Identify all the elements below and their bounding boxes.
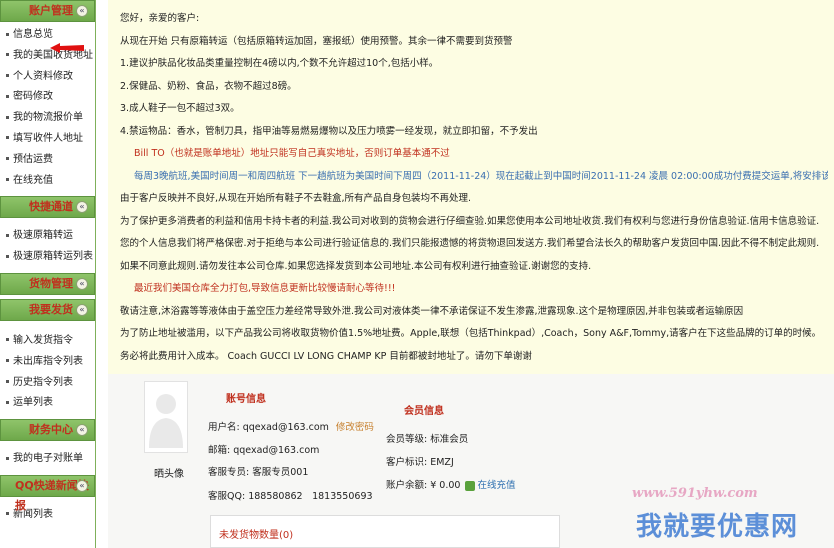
notice-line: 由于客户反映并不良好,从现在开始所有鞋子不去鞋盒,所有产品自身包装均不再处理.	[120, 193, 472, 204]
notice-warehouse-delay: 最近我们美国仓库全力打包,导致信息更新比较慢请耐心等待!!!	[134, 283, 396, 294]
member-level-row: 会员等级: 标准会员	[386, 434, 469, 445]
sidebar-item-history-orders[interactable]: 历史指令列表	[0, 373, 95, 394]
collapse-icon[interactable]: «	[76, 303, 88, 316]
collapse-icon[interactable]: «	[76, 479, 88, 492]
section-title: 财务中心	[29, 423, 73, 437]
sidebar-section-shortcut: 极速原箱转运 极速原箱转运列表	[0, 218, 95, 273]
site-watermark: www.591yhw.com 我就要优惠网	[618, 480, 834, 548]
member-info-title: 会员信息	[404, 406, 444, 417]
sidebar-item-fast-transfer-list[interactable]: 极速原箱转运列表	[0, 247, 95, 268]
notice-billing-warning: Bill TO（也就是账单地址）地址只能写自己真实地址，否则订单基本通不过	[134, 148, 450, 159]
bullet-icon	[6, 400, 9, 404]
bullet-icon	[6, 32, 9, 36]
recharge-link[interactable]: 在线充值	[477, 480, 515, 491]
sidebar-section-ship-header[interactable]: 我要发货 «	[0, 298, 95, 321]
bullet-icon	[6, 53, 9, 57]
username-row: 用户名: qqexad@163.com 修改密码	[208, 422, 374, 433]
sidebar: 账户管理 « 信息总览 我的美国收货地址 个人资料修改 密码修改 我的物流报价单…	[0, 0, 96, 548]
sidebar-item-fast-transfer[interactable]: 极速原箱转运	[0, 226, 95, 247]
watermark-url: www.591yhw.com	[632, 486, 758, 501]
sidebar-item-recharge[interactable]: 在线充值	[0, 171, 95, 192]
watermark-text: 我就要优惠网	[636, 512, 799, 542]
balance-row: 账户余额: ¥ 0.00 在线充值	[386, 480, 516, 491]
sidebar-section-account-header[interactable]: 账户管理 «	[0, 0, 95, 22]
sidebar-section-goods-header[interactable]: 货物管理 «	[0, 272, 95, 295]
bullet-icon	[6, 338, 9, 342]
avatar[interactable]	[144, 381, 188, 453]
red-arrow-icon	[50, 43, 84, 53]
sidebar-item-pending-orders[interactable]: 未出库指令列表	[0, 352, 95, 373]
bullet-icon	[6, 512, 9, 516]
bullet-icon	[6, 178, 9, 182]
sidebar-section-finance-header[interactable]: 财务中心 «	[0, 419, 95, 442]
cs-row: 客服专员: 客服专员001	[208, 467, 309, 478]
notice-line: 敬请注意,沐浴露等等液体由于盖空压力差经常导致外泄.我公司对液体类一律不承诺保证…	[120, 305, 744, 317]
sidebar-section-news-header[interactable]: QQ快递新闻快报 «	[0, 474, 95, 512]
sidebar-item-statement[interactable]: 我的电子对账单	[0, 449, 95, 470]
recharge-icon[interactable]	[465, 480, 476, 491]
bullet-icon	[6, 380, 9, 384]
unshipped-count[interactable]: 未发货物数量(0)	[210, 515, 560, 548]
bullet-icon	[6, 456, 9, 460]
bullet-icon	[6, 233, 9, 237]
bullet-icon	[6, 254, 9, 258]
notice-line: 3.成人鞋子一包不超过3双。	[120, 103, 240, 114]
sidebar-item-recipient[interactable]: 填写收件人地址	[0, 129, 95, 150]
sidebar-item-quote[interactable]: 我的物流报价单	[0, 108, 95, 129]
avatar-placeholder-icon	[149, 394, 183, 448]
email-row: 邮箱: qqexad@163.com	[208, 445, 320, 456]
bullet-icon	[6, 94, 9, 98]
sidebar-section-ship: 输入发货指令 未出库指令列表 历史指令列表 运单列表	[0, 320, 95, 420]
avatar-upload-link[interactable]: 晒头像	[154, 465, 184, 480]
bullet-icon	[6, 136, 9, 140]
sidebar-item-estimate[interactable]: 预估运费	[0, 150, 95, 171]
bullet-icon	[6, 359, 9, 363]
collapse-icon[interactable]: «	[76, 424, 88, 437]
section-title: 快捷通道	[29, 200, 73, 214]
bullet-icon	[6, 115, 9, 119]
member-id-row: 客户标识: EMZJ	[386, 457, 454, 468]
sidebar-item-new-order[interactable]: 输入发货指令	[0, 331, 95, 352]
collapse-icon[interactable]: «	[76, 201, 88, 214]
account-info-title: 账号信息	[226, 394, 266, 405]
bullet-icon	[6, 157, 9, 161]
notice-flight-schedule: 每周3晚航班,美国时间周一和周四航班 下一趟航班为美国时间下周四（2011-11…	[134, 170, 828, 182]
change-password-link[interactable]: 修改密码	[336, 422, 374, 433]
collapse-icon[interactable]: «	[76, 277, 88, 290]
sidebar-item-waybills[interactable]: 运单列表	[0, 393, 95, 414]
notice-greeting: 您好，亲爱的客户:	[120, 13, 200, 24]
section-title: 我要发货	[29, 302, 73, 316]
cs-qq-row: 客服QQ: 188580862 1813550693	[208, 491, 373, 502]
collapse-icon[interactable]: «	[76, 5, 88, 17]
notice-line: 4.禁运物品：香水，管制刀具，指甲油等易燃易爆物以及压力喷雾一经发现，就立即扣留…	[120, 125, 538, 137]
notice-panel: 您好，亲爱的客户: 从现在开始 只有原箱转运（包括原箱转运加固，塞报纸）使用预警…	[108, 0, 834, 374]
sidebar-section-finance: 我的电子对账单	[0, 441, 95, 475]
sidebar-item-password[interactable]: 密码修改	[0, 87, 95, 108]
section-title: 账户管理	[29, 4, 73, 17]
bullet-icon	[6, 74, 9, 78]
sidebar-section-shortcut-header[interactable]: 快捷通道 «	[0, 196, 95, 219]
notice-line: 1.建议护肤品化妆品类重量控制在4磅以内,个数不允许超过10个,包括小样。	[120, 58, 439, 69]
notice-line: 从现在开始 只有原箱转运（包括原箱转运加固，塞报纸）使用预警。其余一律不需要到货…	[120, 35, 513, 47]
notice-brand-fee: 为了防止地址被滥用，以下产品我公司将收取货物价值1.5%地址费。Apple,联想…	[120, 328, 822, 362]
notice-verification: 为了保护更多消费者的利益和信用卡持卡者的利益.我公司对收到的货物会进行仔细查验.…	[120, 215, 820, 272]
sidebar-item-profile[interactable]: 个人资料修改	[0, 67, 95, 88]
notice-line: 2.保健品、奶粉、食品，衣物不超过8磅。	[120, 80, 297, 92]
section-title: 货物管理	[29, 276, 73, 290]
